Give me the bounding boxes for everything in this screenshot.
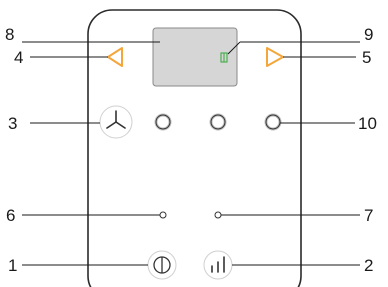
callout-3: 3 (8, 114, 17, 133)
device-diagram: 8 4 3 6 1 9 5 10 7 2 (0, 0, 388, 287)
control-panel-illustration: 8 4 3 6 1 9 5 10 7 2 (5, 9, 377, 287)
callout-2: 2 (364, 256, 373, 275)
round-button-middle[interactable] (209, 113, 227, 131)
callout-5: 5 (362, 48, 371, 67)
callout-10: 10 (358, 114, 377, 133)
round-button-left[interactable] (154, 113, 172, 131)
indicator-light-right (214, 211, 222, 219)
indicator-light-left (159, 211, 167, 219)
fan-button[interactable] (99, 105, 133, 139)
levels-button[interactable] (203, 250, 233, 280)
power-button[interactable] (147, 250, 177, 280)
callout-9: 9 (364, 25, 373, 44)
callout-1: 1 (8, 256, 17, 275)
callout-4: 4 (14, 48, 23, 67)
callout-8: 8 (5, 25, 14, 44)
callout-7: 7 (364, 206, 373, 225)
callout-6: 6 (6, 206, 15, 225)
round-button-right[interactable] (264, 113, 282, 131)
